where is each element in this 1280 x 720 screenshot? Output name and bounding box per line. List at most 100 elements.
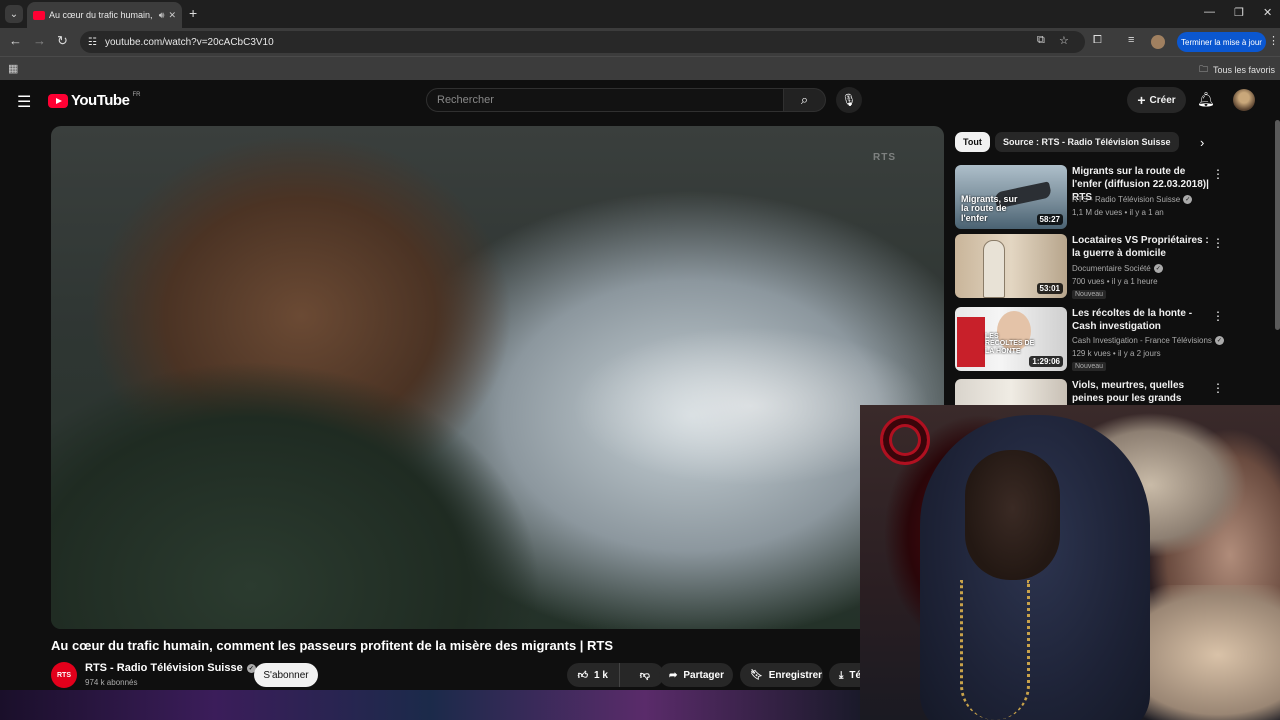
minimize-icon[interactable]: —	[1204, 6, 1215, 18]
create-button[interactable]: + Créer	[1127, 87, 1186, 113]
recommendation-item[interactable]: Viols, meurtres, quelles peines pour les…	[955, 379, 1273, 405]
all-bookmarks-button[interactable]: 🗀 Tous les favoris	[1199, 62, 1275, 78]
thumbs-down-icon: 👎︎	[639, 670, 650, 681]
recommendation-item[interactable]: 53:01 Locataires VS Propriétaires : la g…	[955, 234, 1273, 299]
new-tab-icon[interactable]: +	[189, 5, 197, 21]
recommendation-channel[interactable]: Cash Investigation - France Télévisions …	[1072, 336, 1224, 345]
video-thumbnail[interactable]: 53:01	[955, 234, 1067, 298]
folder-icon: 🗀	[1198, 64, 1208, 74]
voice-search-button[interactable]: 🎙︎	[836, 87, 862, 113]
reading-list-icon[interactable]: ≡	[1128, 34, 1134, 46]
forward-icon[interactable]: →	[33, 33, 46, 48]
save-label: Enregistrer	[768, 669, 823, 681]
update-button[interactable]: Terminer la mise à jour	[1177, 32, 1266, 52]
apps-grid-icon[interactable]: ▦	[8, 62, 18, 75]
notifications-bell-icon[interactable]: 🔔︎	[1197, 91, 1215, 108]
url-text: youtube.com/watch?v=20cACbC3V10	[104, 36, 274, 48]
back-icon[interactable]: ←	[9, 33, 22, 48]
site-info-icon[interactable]: ☷	[88, 37, 97, 48]
video-thumbnail[interactable]: Migrants, sur la route de l'enfer 58:27	[955, 165, 1067, 229]
channel-watermark: RTS	[873, 152, 896, 163]
like-button[interactable]: 👍︎ 1 k	[567, 663, 620, 687]
youtube-wordmark: YouTube	[71, 92, 130, 109]
channel-avatar-text: RTS	[57, 671, 71, 679]
description-area-partial	[0, 690, 860, 720]
subscribe-button[interactable]: S'abonner	[254, 663, 318, 687]
bookmark-icon: 🔖︎	[750, 669, 763, 681]
recommendation-channel[interactable]: Documentaire Société ✓	[1072, 264, 1163, 273]
profile-avatar[interactable]	[1151, 35, 1165, 49]
video-thumbnail[interactable]	[955, 379, 1067, 405]
thumb-figure-shape	[983, 240, 1005, 298]
channel-label: RTS - Radio Télévision Suisse	[1072, 195, 1181, 204]
more-actions-icon[interactable]: ⋮	[1212, 236, 1224, 250]
webcam-overlay	[860, 405, 1280, 720]
channel-label: Documentaire Société	[1072, 264, 1151, 273]
tab-search-button[interactable]: ⌄	[5, 5, 23, 23]
browser-tab[interactable]: Au cœur du trafic humain, c 🔊︎ ✕	[27, 2, 182, 28]
channel-name: RTS - Radio Télévision Suisse	[85, 662, 243, 674]
search-button[interactable]: ⌕	[784, 88, 826, 112]
youtube-play-icon	[48, 93, 68, 108]
address-bar[interactable]: ☷ youtube.com/watch?v=20cACbC3V10	[80, 31, 1085, 53]
video-thumbnail[interactable]: LES RÉCOLTES DE LA HONTE 1:29:06	[955, 307, 1067, 371]
search-icon: ⌕	[800, 92, 809, 107]
close-tab-icon[interactable]: ✕	[168, 10, 176, 21]
reload-icon[interactable]: ↻	[57, 33, 68, 49]
video-duration: 1:29:06	[1029, 356, 1063, 367]
verified-icon: ✓	[1183, 195, 1193, 204]
new-badge: Nouveau	[1072, 362, 1107, 371]
streamer-face	[965, 450, 1060, 580]
more-actions-icon[interactable]: ⋮	[1212, 381, 1224, 395]
recommendation-item[interactable]: LES RÉCOLTES DE LA HONTE 1:29:06 Les réc…	[955, 307, 1273, 371]
tab-title: Au cœur du trafic humain, c	[49, 10, 155, 20]
channel-avatar[interactable]: RTS	[51, 662, 77, 688]
chevron-right-icon[interactable]: ›	[1200, 135, 1204, 150]
plus-icon: +	[1137, 92, 1146, 108]
extensions-icon[interactable]: ⧠	[1093, 34, 1102, 47]
like-dislike-group: 👍︎ 1 k 👎︎	[567, 663, 664, 687]
share-icon: ➦	[669, 669, 678, 681]
search-input[interactable]: Rechercher	[426, 88, 784, 112]
spiral-decor	[880, 415, 930, 465]
speaker-icon[interactable]: 🔊︎	[159, 10, 165, 21]
save-button[interactable]: 🔖︎ Enregistrer	[740, 663, 823, 687]
more-menu-icon[interactable]: ⋮	[1268, 34, 1279, 47]
thumb-red-block	[957, 317, 985, 367]
share-button[interactable]: ➦ Partager	[659, 663, 733, 687]
recommendation-channel[interactable]: RTS - Radio Télévision Suisse ✓	[1072, 195, 1193, 204]
recommendation-item[interactable]: Migrants, sur la route de l'enfer 58:27 …	[955, 165, 1273, 229]
microphone-icon: 🎙︎	[841, 93, 857, 107]
hamburger-menu-icon[interactable]: ☰	[17, 92, 31, 112]
subscriber-count: 974 k abonnés	[85, 678, 138, 687]
recommendation-title[interactable]: Viols, meurtres, quelles peines pour les…	[1072, 379, 1212, 405]
youtube-header: ☰ YouTube FR Rechercher ⌕ 🎙︎ + Créer 🔔︎	[0, 80, 1280, 120]
restore-icon[interactable]: ❐	[1234, 6, 1244, 19]
bookmark-star-icon[interactable]: ☆	[1059, 34, 1069, 47]
chip-all[interactable]: Tout	[955, 132, 990, 152]
all-bookmarks-label: Tous les favoris	[1212, 65, 1275, 75]
more-actions-icon[interactable]: ⋮	[1212, 309, 1224, 323]
recommendation-meta: 700 vues • il y a 1 heure	[1072, 277, 1158, 286]
browser-tab-bar: ⌄ Au cœur du trafic humain, c 🔊︎ ✕ + — ❐…	[0, 0, 1280, 28]
recommendation-title[interactable]: Locataires VS Propriétaires : la guerre …	[1072, 234, 1212, 260]
download-icon: ⤓	[839, 669, 844, 681]
youtube-favicon-icon	[33, 10, 45, 20]
page-scrollbar[interactable]	[1275, 120, 1280, 330]
close-window-icon[interactable]: ✕	[1263, 6, 1272, 19]
youtube-logo[interactable]: YouTube FR	[48, 92, 140, 109]
create-label: Créer	[1149, 94, 1176, 106]
chip-source[interactable]: Source : RTS - Radio Télévision Suisse	[995, 132, 1179, 152]
bookmarks-bar: ▦ 🗀 Tous les favoris	[0, 56, 1280, 80]
more-actions-icon[interactable]: ⋮	[1212, 167, 1224, 181]
video-player[interactable]: RTS	[51, 126, 944, 629]
recommendation-meta: 129 k vues • il y a 2 jours	[1072, 349, 1161, 358]
search-placeholder: Rechercher	[437, 94, 494, 106]
country-code: FR	[132, 91, 141, 98]
video-duration: 58:27	[1036, 214, 1063, 225]
channel-name-link[interactable]: RTS - Radio Télévision Suisse ✓	[85, 662, 256, 674]
recommendation-title[interactable]: Les récoltes de la honte - Cash investig…	[1072, 307, 1212, 333]
install-app-icon[interactable]: ⧉	[1037, 34, 1045, 47]
account-avatar[interactable]	[1233, 89, 1255, 111]
video-title: Au cœur du trafic humain, comment les pa…	[51, 638, 614, 653]
